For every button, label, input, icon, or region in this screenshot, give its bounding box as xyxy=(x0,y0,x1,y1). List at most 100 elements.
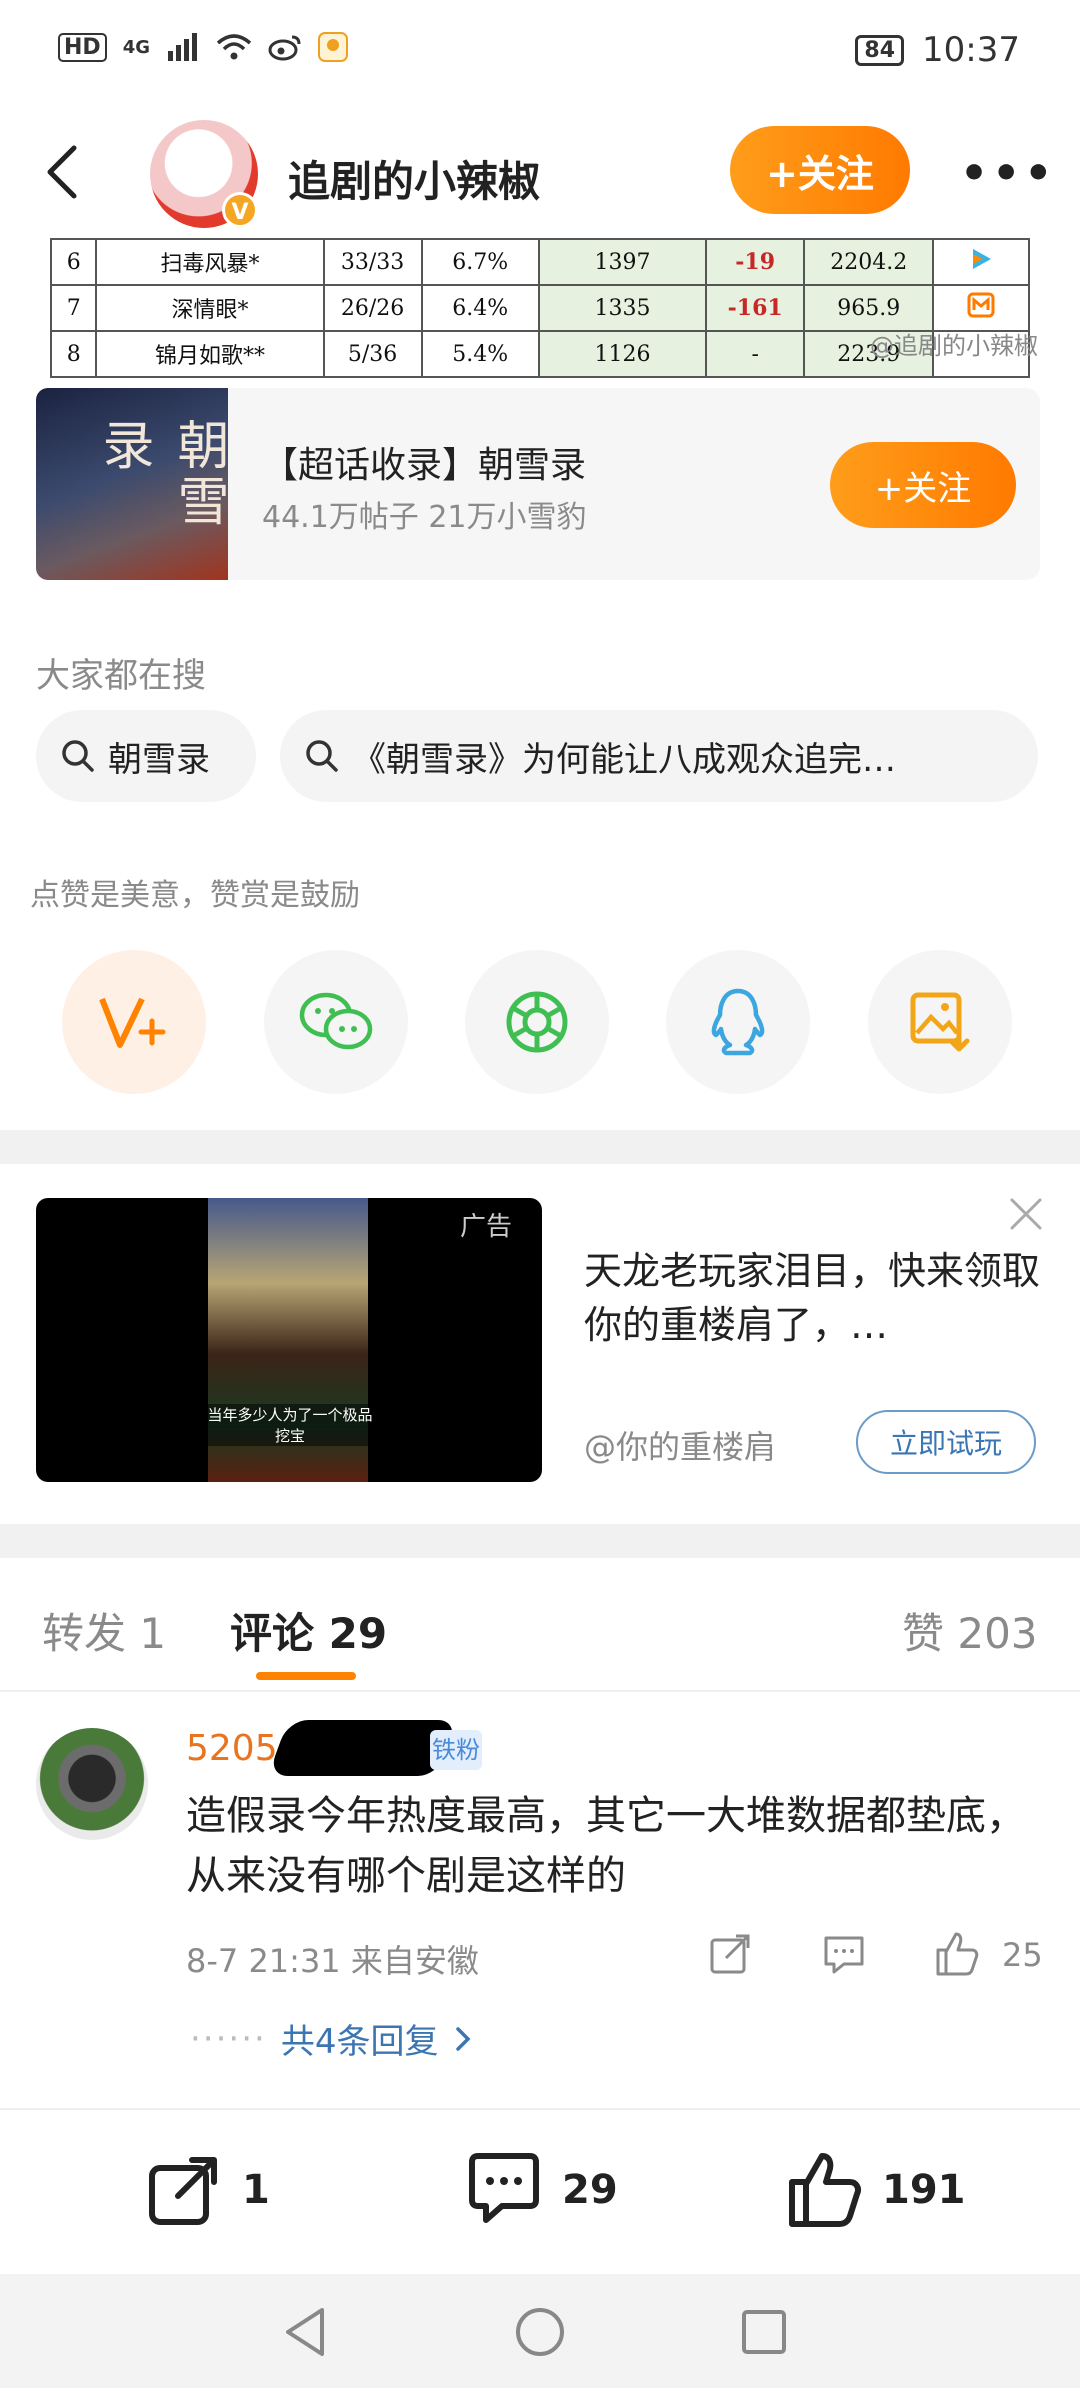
hd-indicator: HD xyxy=(58,32,107,62)
share-wechat-button[interactable] xyxy=(264,950,408,1094)
fan-badge: 铁粉 xyxy=(430,1730,482,1770)
ranking-cell-episodes: 33/33 xyxy=(322,238,423,286)
save-image-button[interactable] xyxy=(868,950,1012,1094)
mango-tv-icon xyxy=(967,292,995,318)
repost-comment-icon[interactable] xyxy=(706,1930,754,1978)
clock: 10:37 xyxy=(922,30,1020,70)
comment-text[interactable]: 造假录今年热度最高，其它一大堆数据都垫底，从来没有哪个剧是这样的 xyxy=(186,1786,1046,1906)
ranking-cell-platform-icon xyxy=(932,238,1030,286)
qq-icon xyxy=(711,988,765,1056)
tab-comments[interactable]: 评论 29 xyxy=(230,1600,387,1661)
network-gen: 4G xyxy=(122,36,150,58)
bottom-action-bar: 1 29 191 xyxy=(0,2108,1080,2274)
search-chip[interactable]: 《朝雪录》为何能让八成观众追完… xyxy=(280,710,1038,802)
battery-indicator: 84 xyxy=(855,34,905,66)
tencent-video-icon xyxy=(973,249,992,269)
ranking-row: 6 扫毒风暴* 33/33 6.7% 1397 -19 2204.2 xyxy=(49,238,1030,286)
ranking-cell-change: -19 xyxy=(705,238,806,286)
system-nav-bar xyxy=(0,2274,1080,2388)
search-chip-label: 《朝雪录》为何能让八成观众追完… xyxy=(352,739,896,780)
trending-search-label: 大家都在搜 xyxy=(36,656,206,696)
topic-follow-button[interactable]: +关注 xyxy=(830,442,1016,528)
commenter-avatar[interactable] xyxy=(36,1728,148,1840)
chevron-right-icon xyxy=(455,2026,470,2051)
tab-repost[interactable]: 转发 1 xyxy=(42,1600,166,1661)
wifi-icon xyxy=(216,34,252,60)
ranking-cell-name: 深情眼* xyxy=(95,284,325,332)
ranking-cell-episodes: 5/36 xyxy=(322,330,423,378)
back-arrow-icon[interactable] xyxy=(40,142,84,202)
moments-icon xyxy=(506,991,568,1053)
comment-button[interactable]: 29 xyxy=(464,2150,618,2230)
ranking-cell-heat: 1335 xyxy=(537,284,708,332)
commenter-name[interactable]: 5205 xyxy=(186,1728,278,1769)
ranking-cell-rank: 7 xyxy=(49,284,98,332)
replies-dots: ······ xyxy=(190,2018,267,2059)
reward-hint: 点赞是美意，赞赏是鼓励 xyxy=(30,878,360,913)
ad-label: 广告 xyxy=(460,1212,513,1242)
topic-thumbnail: 朝雪录 xyxy=(36,388,228,580)
share-icon xyxy=(149,2157,217,2225)
share-button[interactable]: 1 xyxy=(144,2150,270,2230)
search-chip[interactable]: 朝雪录 xyxy=(36,710,256,802)
close-icon[interactable] xyxy=(1008,1196,1044,1232)
comment-icon xyxy=(469,2153,539,2223)
ranking-cell-total: 2204.2 xyxy=(803,238,935,286)
share-qq-button[interactable] xyxy=(666,950,810,1094)
ranking-cell-episodes: 26/26 xyxy=(322,284,423,332)
topic-stats: 44.1万帖子 21万小雪豹 xyxy=(262,500,587,535)
vplus-reward-button[interactable] xyxy=(62,950,206,1094)
like-button[interactable]: 191 xyxy=(784,2150,966,2230)
nav-back-icon[interactable] xyxy=(276,2302,336,2362)
ranking-cell-rank: 6 xyxy=(49,238,98,286)
nav-home-icon[interactable] xyxy=(510,2302,570,2362)
topic-thumbnail-text: 朝雪录 xyxy=(93,418,228,530)
tab-likes[interactable]: 赞 203 xyxy=(902,1600,1038,1661)
section-divider xyxy=(0,1524,1080,1558)
status-bar: HD 4G 84 10:37 xyxy=(0,0,1080,108)
view-replies-link[interactable]: ······ 共4条回复 xyxy=(190,2014,473,2063)
like-count: 191 xyxy=(882,2167,966,2213)
nav-recents-icon[interactable] xyxy=(734,2302,794,2362)
share-moments-button[interactable] xyxy=(465,950,609,1094)
topic-title: 【超话收录】朝雪录 xyxy=(262,445,587,486)
search-chip-label: 朝雪录 xyxy=(108,739,210,780)
share-count: 1 xyxy=(242,2167,270,2213)
search-icon xyxy=(306,740,338,772)
vplus-icon xyxy=(99,997,166,1048)
verified-badge-icon: V xyxy=(222,192,258,228)
ad-try-button[interactable]: 立即试玩 xyxy=(856,1410,1036,1474)
image-watermark: @追剧的小辣椒 xyxy=(870,332,1038,360)
ranking-cell-total: 965.9 xyxy=(803,284,935,332)
ranking-cell-change: -161 xyxy=(705,284,806,332)
ranking-cell-heat: 1126 xyxy=(537,330,708,378)
reply-comment-icon[interactable] xyxy=(820,1930,868,1978)
tabs-divider xyxy=(0,1690,1080,1692)
comment-meta: 8-7 21:31 来自安徽 xyxy=(186,1942,479,1980)
super-topic-card[interactable]: 朝雪录 【超话收录】朝雪录 44.1万帖子 21万小雪豹 +关注 xyxy=(36,388,1040,580)
wechat-icon xyxy=(299,992,373,1050)
ad-headline[interactable]: 天龙老玩家泪目，快来领取你的重楼肩了，… xyxy=(584,1244,1044,1352)
ad-video-caption: 当年多少人为了一个极品挖宝 xyxy=(202,1404,378,1446)
more-options-icon[interactable]: ••• xyxy=(960,148,1056,199)
active-tab-indicator xyxy=(256,1672,356,1680)
save-image-icon xyxy=(910,992,970,1052)
ranking-cell-heat: 1397 xyxy=(537,238,708,286)
ranking-cell-platform-icon xyxy=(932,284,1030,332)
comment-count: 29 xyxy=(562,2167,618,2213)
follow-button[interactable]: +关注 xyxy=(730,126,910,214)
search-icon xyxy=(62,740,94,772)
ranking-cell-name: 锦月如歌** xyxy=(95,330,325,378)
section-divider xyxy=(0,1130,1080,1164)
ranking-cell-share: 6.7% xyxy=(420,238,540,286)
ranking-row: 7 深情眼* 26/26 6.4% 1335 -161 965.9 xyxy=(49,284,1030,332)
author-name[interactable]: 追剧的小辣椒 xyxy=(288,148,540,209)
ad-author[interactable]: @你的重楼肩 xyxy=(584,1422,776,1468)
like-comment-icon[interactable] xyxy=(932,1930,980,1978)
comment-like-count: 25 xyxy=(1002,1936,1043,1974)
ranking-cell-share: 5.4% xyxy=(420,330,540,378)
post-header: V 追剧的小辣椒 +关注 ••• xyxy=(0,108,1080,238)
weibo-icon xyxy=(268,35,301,61)
signal-icon xyxy=(168,33,197,61)
app-notification-icon xyxy=(318,32,348,62)
